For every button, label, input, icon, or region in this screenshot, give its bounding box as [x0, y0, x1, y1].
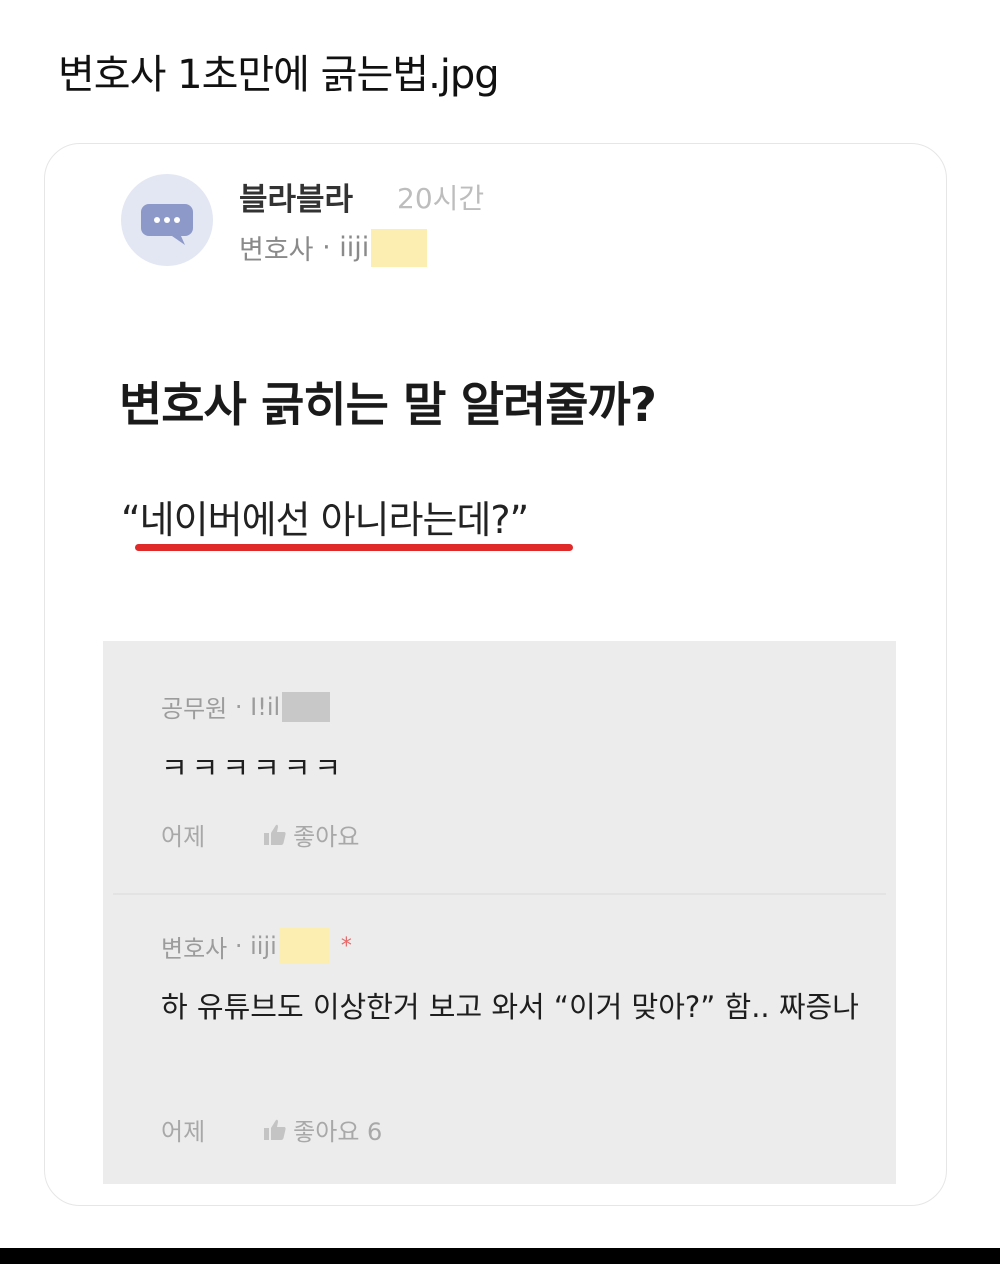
thumbs-up-icon	[264, 824, 286, 845]
post-quote: “네이버에선 아니라는데?”	[121, 498, 529, 542]
post-author[interactable]: 블라블라	[239, 174, 353, 219]
comment-footer: 어제 좋아요	[161, 817, 359, 852]
like-label: 좋아요 6	[293, 1118, 383, 1146]
meta-separator: ·	[227, 692, 251, 721]
redaction-mark	[278, 928, 329, 964]
post-card: 블라블라 20시간 변호사 · iiji 변호사 긁히는 말 알려줄까? “네이…	[44, 143, 947, 1206]
comment-footer: 어제 좋아요 6	[161, 1112, 382, 1147]
post-meta: 변호사 · iiji	[239, 228, 428, 267]
comment-time: 어제	[161, 823, 206, 851]
comments-section: 공무원 · I!il ㅋㅋㅋㅋㅋㅋ 어제 좋아요 변호사 · iiji * 하 …	[103, 641, 896, 1184]
like-label: 좋아요	[293, 823, 360, 851]
comment-text: 하 유튜브도 이상한거 보고 와서 “이거 맞아?” 함.. 짜증나	[161, 990, 859, 1024]
post-time: 20시간	[397, 182, 485, 215]
like-button[interactable]: 좋아요 6	[263, 1112, 382, 1147]
comment: 공무원 · I!il ㅋㅋㅋㅋㅋㅋ 어제 좋아요	[117, 659, 883, 889]
comment-job: 변호사	[161, 934, 228, 963]
author-mark: *	[340, 933, 352, 959]
redaction-mark	[282, 691, 331, 722]
comment-time: 어제	[161, 1118, 206, 1146]
post-headline: 변호사 긁히는 말 알려줄까?	[119, 378, 657, 433]
comment-text: ㅋㅋㅋㅋㅋㅋ	[161, 751, 346, 785]
like-button[interactable]: 좋아요	[263, 817, 359, 852]
chat-bubble-icon	[141, 204, 193, 245]
thumbs-up-icon	[264, 1119, 286, 1140]
page-title: 변호사 1초만에 긁는법.jpg	[58, 52, 500, 98]
avatar[interactable]	[121, 174, 213, 266]
redaction-mark	[371, 228, 428, 267]
post-user-id: iiji	[339, 232, 370, 263]
post-job: 변호사	[239, 235, 314, 266]
comment-meta: 변호사 · iiji *	[161, 928, 352, 964]
meta-separator: ·	[227, 932, 251, 960]
meta-separator: ·	[313, 232, 340, 263]
comment-user-id: iiji	[250, 932, 277, 960]
comment-meta: 공무원 · I!il	[161, 689, 331, 724]
comment-job: 공무원	[161, 695, 228, 723]
bottom-bar	[0, 1248, 1000, 1264]
comment: 변호사 · iiji * 하 유튜브도 이상한거 보고 와서 “이거 맞아?” …	[117, 898, 883, 1176]
red-underline	[135, 544, 573, 551]
comment-divider	[113, 893, 886, 895]
comment-user-id: I!il	[250, 692, 281, 721]
